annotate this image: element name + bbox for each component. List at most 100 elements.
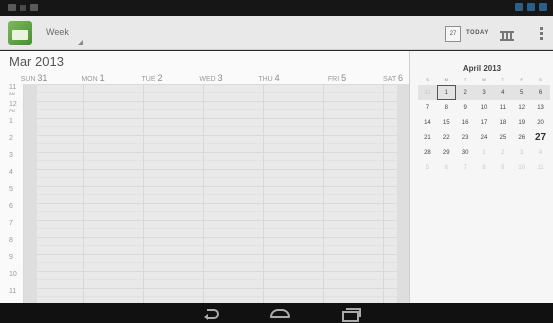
mini-month-title: April 2013 xyxy=(462,64,502,73)
weekday-label: S xyxy=(426,77,429,82)
hour-label: 4 xyxy=(9,169,13,176)
hour-label: 10 xyxy=(9,271,17,278)
mini-day[interactable]: 8 xyxy=(475,160,494,175)
overflow-menu-icon[interactable] xyxy=(540,27,544,41)
weekday-label: T xyxy=(463,77,467,82)
system-status-icons xyxy=(515,3,547,11)
mini-day[interactable]: 5 xyxy=(512,85,532,100)
navigation-bar xyxy=(0,303,553,323)
today-icon[interactable]: 27 xyxy=(445,26,461,42)
mini-day[interactable]: 3 xyxy=(512,145,531,160)
mini-day[interactable]: 11 xyxy=(493,100,512,115)
mini-day-selected[interactable]: 1 xyxy=(436,85,456,100)
mini-day[interactable]: 13 xyxy=(531,100,550,115)
saturday-column[interactable] xyxy=(397,84,409,303)
dropdown-caret-icon[interactable] xyxy=(78,40,83,45)
mini-day[interactable]: 26 xyxy=(512,130,531,145)
mini-day-today[interactable]: 27 xyxy=(531,130,550,145)
notification-icon xyxy=(30,4,38,11)
mini-day[interactable]: 4 xyxy=(531,145,550,160)
weekday-label: T xyxy=(501,77,505,82)
hour-label: 9 xyxy=(9,254,13,261)
mini-day[interactable]: 16 xyxy=(456,115,475,130)
hour-label: 11 AM xyxy=(9,84,17,96)
mini-day[interactable]: 9 xyxy=(493,160,512,175)
mini-day[interactable]: 19 xyxy=(512,115,531,130)
hour-label: 5 xyxy=(9,186,13,193)
notification-icon xyxy=(20,4,26,11)
mini-day[interactable]: 2 xyxy=(493,145,512,160)
action-bar: Week 27 TODAY xyxy=(0,16,553,50)
day-header-tue[interactable]: TUE 2 xyxy=(122,73,182,83)
day-header-sun[interactable]: SUN 31 xyxy=(4,73,64,83)
hour-label: 12 PM xyxy=(9,101,17,113)
day-header-fri[interactable]: FRI 5 xyxy=(307,73,367,83)
recent-apps-icon[interactable] xyxy=(342,308,361,322)
mini-day[interactable]: 6 xyxy=(437,160,456,175)
hour-label: 8 xyxy=(9,237,13,244)
mini-day[interactable]: 5 xyxy=(418,160,437,175)
calendars-icon[interactable] xyxy=(500,27,516,41)
calendar-main: Mar 2013 SUN 31 MON 1 TUE 2 WED 3 THU 4 … xyxy=(0,51,553,303)
home-icon[interactable] xyxy=(270,309,290,318)
mini-day[interactable]: 31 xyxy=(418,85,437,100)
mini-day[interactable]: 25 xyxy=(493,130,512,145)
day-header-wed[interactable]: WED 3 xyxy=(181,73,241,83)
mini-day[interactable]: 23 xyxy=(456,130,475,145)
mini-day[interactable]: 17 xyxy=(475,115,494,130)
mini-day[interactable]: 22 xyxy=(437,130,456,145)
mini-day[interactable]: 20 xyxy=(531,115,550,130)
weekday-label: F xyxy=(520,77,523,82)
wifi-icon xyxy=(527,3,535,11)
back-icon[interactable] xyxy=(204,308,220,320)
calendar-app-icon[interactable] xyxy=(8,21,32,45)
mini-day[interactable]: 2 xyxy=(455,85,475,100)
mini-day[interactable]: 7 xyxy=(418,100,437,115)
day-headers: SUN 31 MON 1 TUE 2 WED 3 THU 4 FRI 5 SAT… xyxy=(21,73,409,84)
mini-day[interactable]: 4 xyxy=(493,85,513,100)
weekday-label: W xyxy=(482,77,486,82)
hour-labels: 11 AM 12 PM 1 2 3 4 5 6 7 8 9 10 11 xyxy=(0,84,24,303)
day-header-thu[interactable]: THU 4 xyxy=(239,73,299,83)
view-selector[interactable]: Week xyxy=(46,27,69,37)
mini-day[interactable]: 3 xyxy=(474,85,494,100)
mini-month-grid: 31 1 2 3 4 5 6 7 8 9 10 11 12 13 14 15 1… xyxy=(418,85,550,175)
signal-icon xyxy=(515,3,523,11)
mini-day[interactable]: 14 xyxy=(418,115,437,130)
week-view: Mar 2013 SUN 31 MON 1 TUE 2 WED 3 THU 4 … xyxy=(0,51,409,303)
month-title: Mar 2013 xyxy=(9,54,64,69)
hour-label: 2 xyxy=(9,135,13,142)
hour-label: 1 xyxy=(9,118,13,125)
mini-day[interactable]: 29 xyxy=(437,145,456,160)
hour-label: 3 xyxy=(9,152,13,159)
battery-icon xyxy=(539,3,547,11)
mini-month-weekdays: S M T W T F S xyxy=(418,77,550,82)
mini-day[interactable]: 15 xyxy=(437,115,456,130)
sunday-column[interactable] xyxy=(24,84,37,303)
mini-day[interactable]: 28 xyxy=(418,145,437,160)
mini-month-panel: April 2013 S M T W T F S 31 1 2 3 4 5 6 … xyxy=(409,51,553,303)
mini-day[interactable]: 24 xyxy=(475,130,494,145)
notification-icon xyxy=(8,4,16,11)
mini-day[interactable]: 11 xyxy=(531,160,550,175)
mini-day[interactable]: 30 xyxy=(456,145,475,160)
mini-day[interactable]: 9 xyxy=(456,100,475,115)
week-time-grid[interactable] xyxy=(24,84,409,303)
mini-day[interactable]: 7 xyxy=(456,160,475,175)
mini-day[interactable]: 10 xyxy=(512,160,531,175)
hour-label: 11 xyxy=(9,288,17,295)
mini-day[interactable]: 21 xyxy=(418,130,437,145)
mini-day[interactable]: 8 xyxy=(437,100,456,115)
day-header-mon[interactable]: MON 1 xyxy=(63,73,123,83)
weekday-label: M xyxy=(444,77,448,82)
notification-icons xyxy=(8,4,38,11)
mini-day[interactable]: 6 xyxy=(531,85,550,100)
mini-day[interactable]: 1 xyxy=(475,145,494,160)
mini-day[interactable]: 10 xyxy=(475,100,494,115)
mini-day[interactable]: 18 xyxy=(493,115,512,130)
mini-day[interactable]: 12 xyxy=(512,100,531,115)
hour-label: 6 xyxy=(9,203,13,210)
today-button[interactable]: TODAY xyxy=(466,30,489,36)
weekday-label: S xyxy=(539,77,542,82)
status-bar xyxy=(0,0,553,16)
